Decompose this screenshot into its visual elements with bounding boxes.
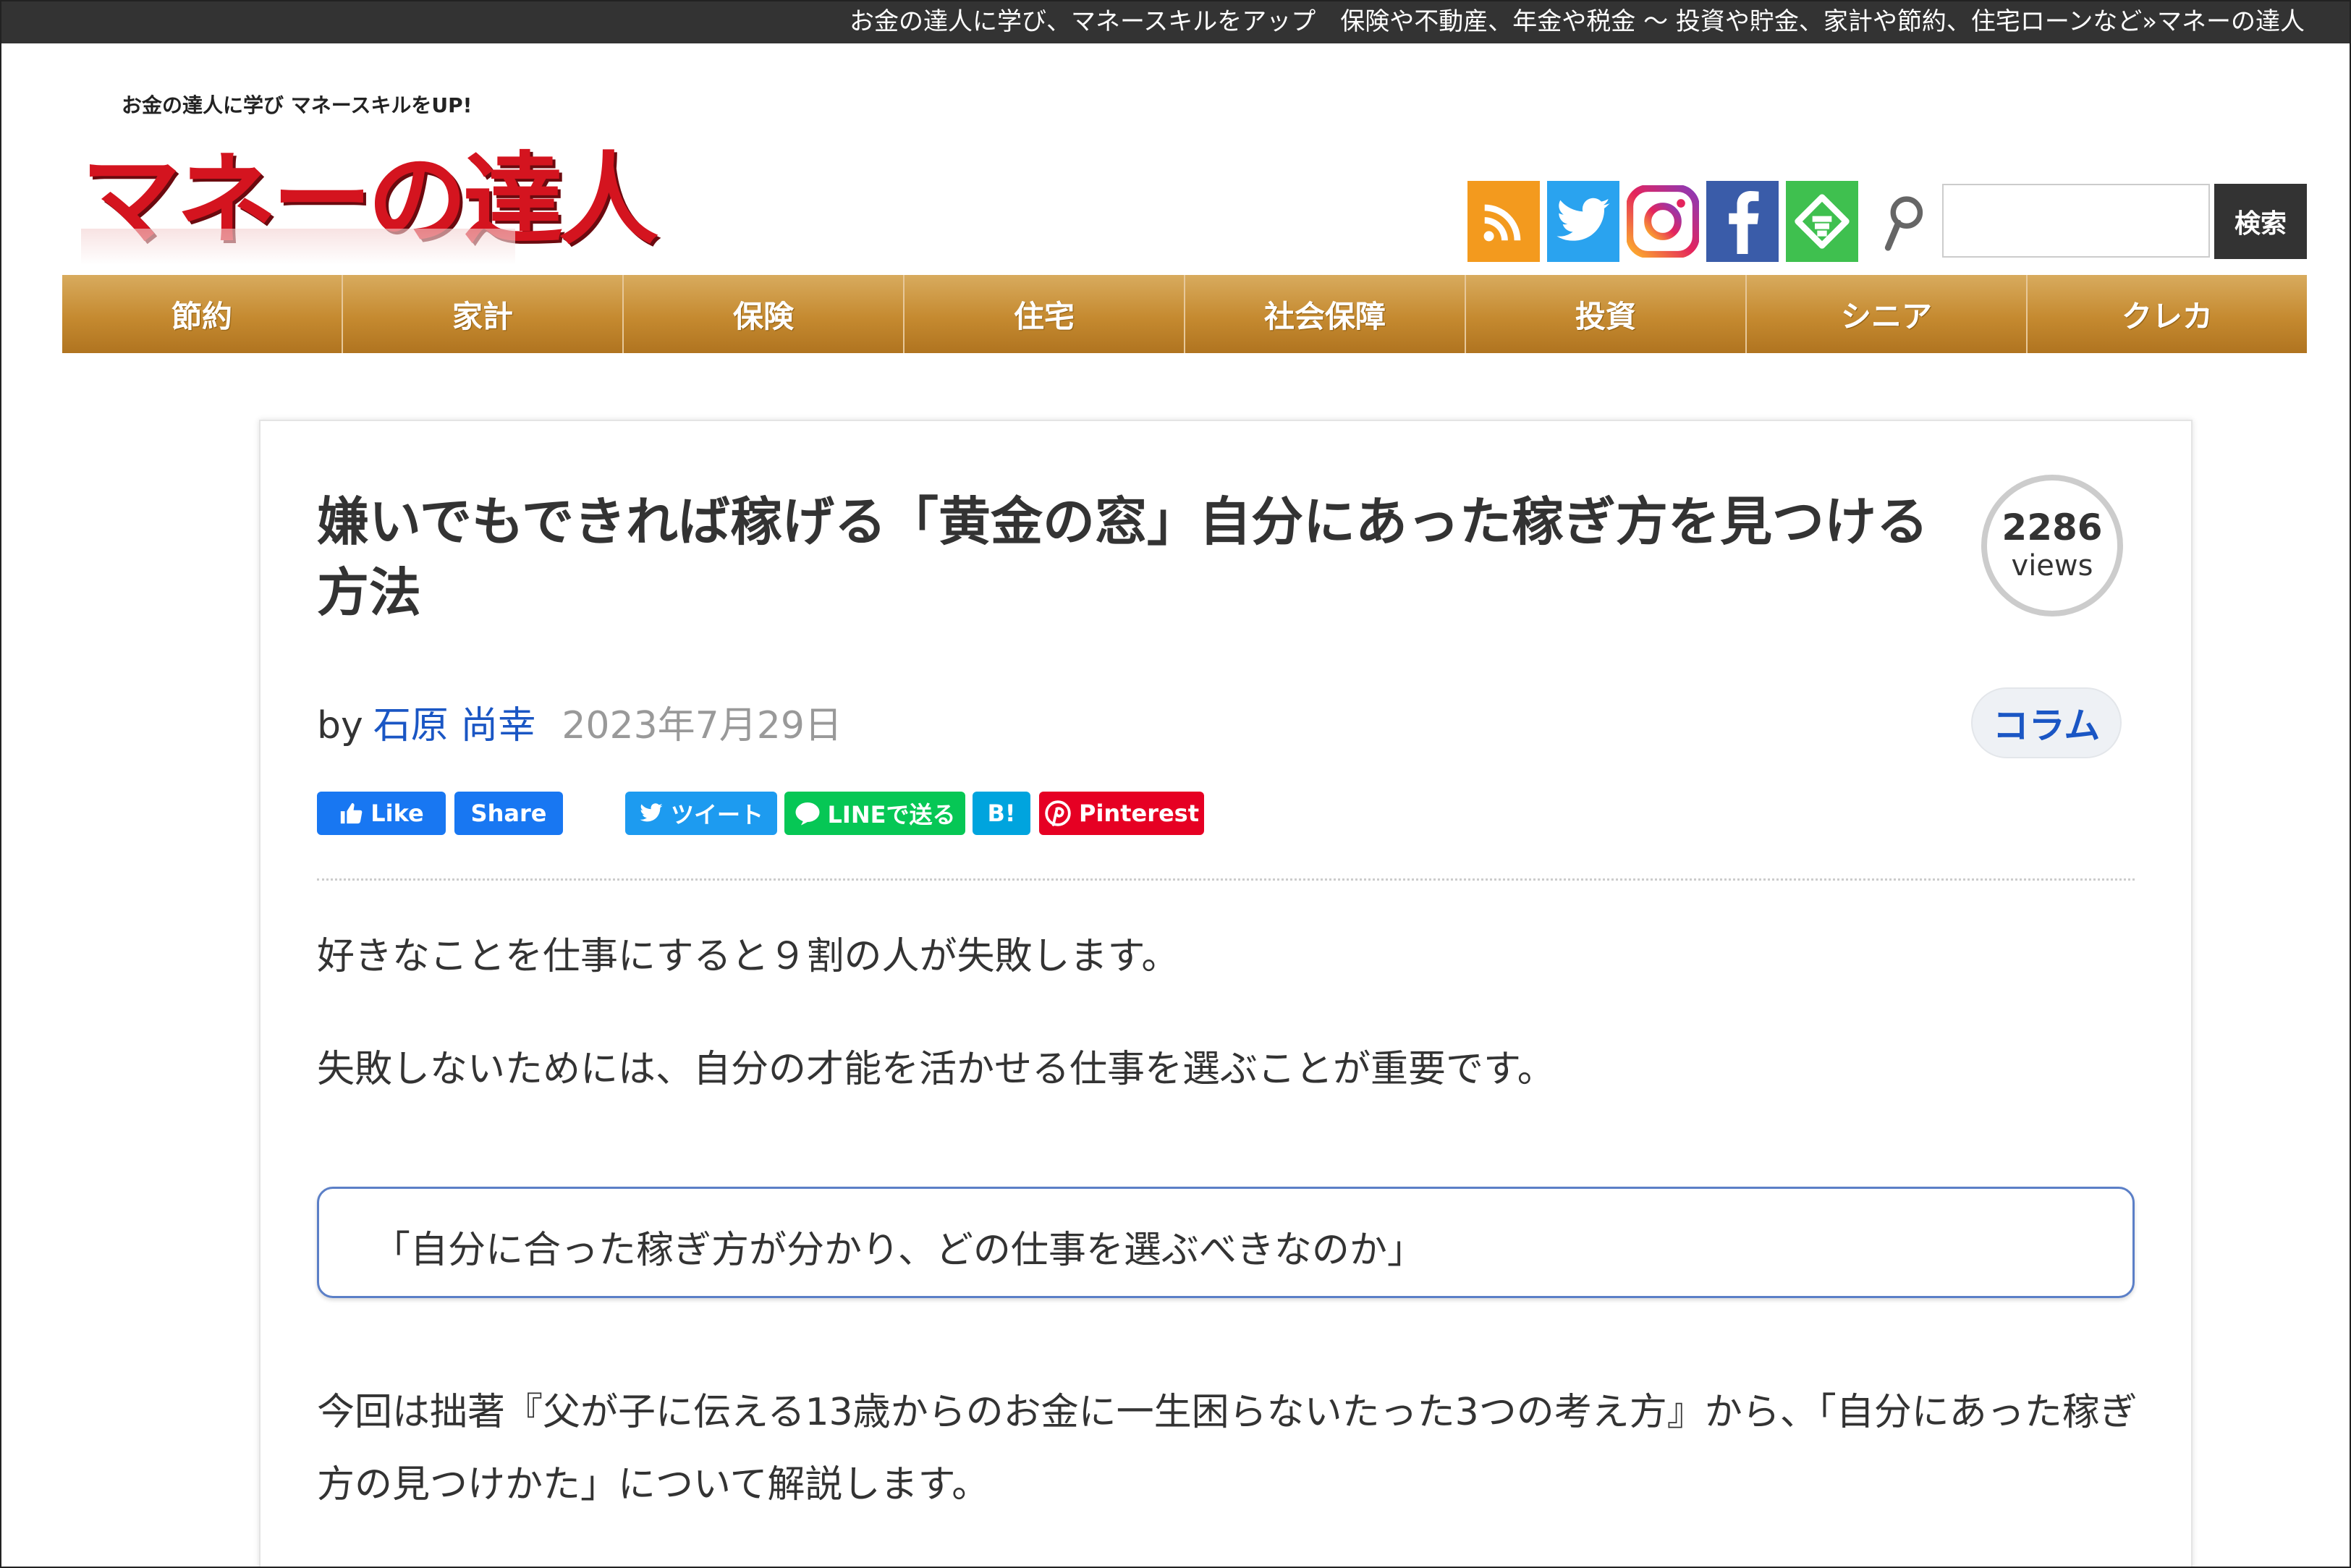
by-label: by [317, 704, 363, 747]
line-send-button[interactable]: LINEで送る [784, 792, 965, 835]
category-badge[interactable]: コラム [1971, 687, 2122, 758]
pinterest-button[interactable]: Pinterest [1039, 792, 1204, 835]
nav-item-toshi[interactable]: 投資 [1466, 275, 1747, 353]
article-card: 嫌いでもできれば稼げる「黄金の窓」自分にあった稼ぎ方を見つける方法 2286 v… [259, 420, 2193, 1567]
fb-share-button[interactable]: Share [454, 792, 563, 835]
search-input[interactable] [1942, 184, 2210, 258]
views-label: views [2011, 549, 2093, 582]
views-count: 2286 [2001, 507, 2103, 548]
main-nav: 節約 家計 保険 住宅 社会保障 投資 シニア クレカ [62, 275, 2307, 353]
byline: by 石原 尚幸 2023年7月29日 [317, 695, 842, 749]
nav-item-hoken[interactable]: 保険 [624, 275, 905, 353]
author-link[interactable]: 石原 尚幸 [373, 704, 536, 747]
feedly-icon[interactable] [1786, 181, 1858, 262]
nav-item-senior[interactable]: シニア [1747, 275, 2028, 353]
tweet-button[interactable]: ツイート [625, 792, 777, 835]
pinterest-label: Pinterest [1078, 800, 1200, 827]
callout-text: 「自分に合った稼ぎ方が分かり、どの仕事を選ぶべきなのか」 [373, 1229, 1425, 1272]
views-counter: 2286 views [1981, 475, 2123, 616]
nav-item-jutaku[interactable]: 住宅 [905, 275, 1185, 353]
instagram-icon[interactable] [1627, 181, 1699, 262]
callout-box: 「自分に合った稼ぎ方が分かり、どの仕事を選ぶべきなのか」 [317, 1187, 2135, 1298]
nav-item-creca[interactable]: クレカ [2028, 275, 2307, 353]
line-icon [795, 802, 820, 826]
logo-reflection [81, 229, 515, 265]
logo-tagline: お金の達人に学び マネースキルをUP! [122, 93, 473, 117]
site-logo[interactable]: お金の達人に学び マネースキルをUP! マネーの達人 [81, 87, 658, 268]
facebook-icon[interactable] [1706, 181, 1779, 262]
top-bar-text: お金の達人に学び、マネースキルをアップ 保険や不動産、年金や税金 〜 投資や貯金… [849, 7, 2305, 36]
paragraph-2: 失敗しないためには、自分の才能を活かせる仕事を選ぶことが重要です。 [317, 1048, 1555, 1091]
share-divider [317, 878, 2135, 881]
line-label: LINEで送る [827, 801, 956, 829]
tweet-label: ツイート [670, 801, 763, 829]
twitter-icon[interactable] [1547, 181, 1619, 262]
rss-icon[interactable] [1467, 181, 1540, 262]
nav-item-shakai-hosho[interactable]: 社会保障 [1185, 275, 1466, 353]
post-date: 2023年7月29日 [562, 704, 842, 747]
article-title: 嫌いでもできれば稼げる「黄金の窓」自分にあった稼ぎ方を見つける方法 [317, 491, 1928, 623]
top-bar: お金の達人に学び、マネースキルをアップ 保険や不動産、年金や税金 〜 投資や貯金… [1, 1, 2350, 43]
nav-item-kakei[interactable]: 家計 [343, 275, 624, 353]
hatena-bookmark-button[interactable]: B! [973, 792, 1030, 835]
fb-like-button[interactable]: Like [317, 792, 446, 835]
nav-item-setsuyaku[interactable]: 節約 [62, 275, 343, 353]
twitter-bird-icon [640, 803, 663, 822]
paragraph-1: 好きなことを仕事にすると９割の人が失敗します。 [317, 935, 1179, 978]
search-button[interactable]: 検索 [2214, 184, 2307, 259]
thumbs-up-icon [341, 802, 363, 824]
paragraph-3: 今回は拙著『父が子に伝える13歳からのお金に一生困らないたった3つの考え方』から… [317, 1391, 2138, 1506]
page-frame: お金の達人に学び、マネースキルをアップ 保険や不動産、年金や税金 〜 投資や貯金… [0, 0, 2351, 1568]
search-icon [1883, 194, 1926, 252]
pinterest-icon [1045, 800, 1071, 826]
fb-like-label: Like [370, 800, 424, 827]
